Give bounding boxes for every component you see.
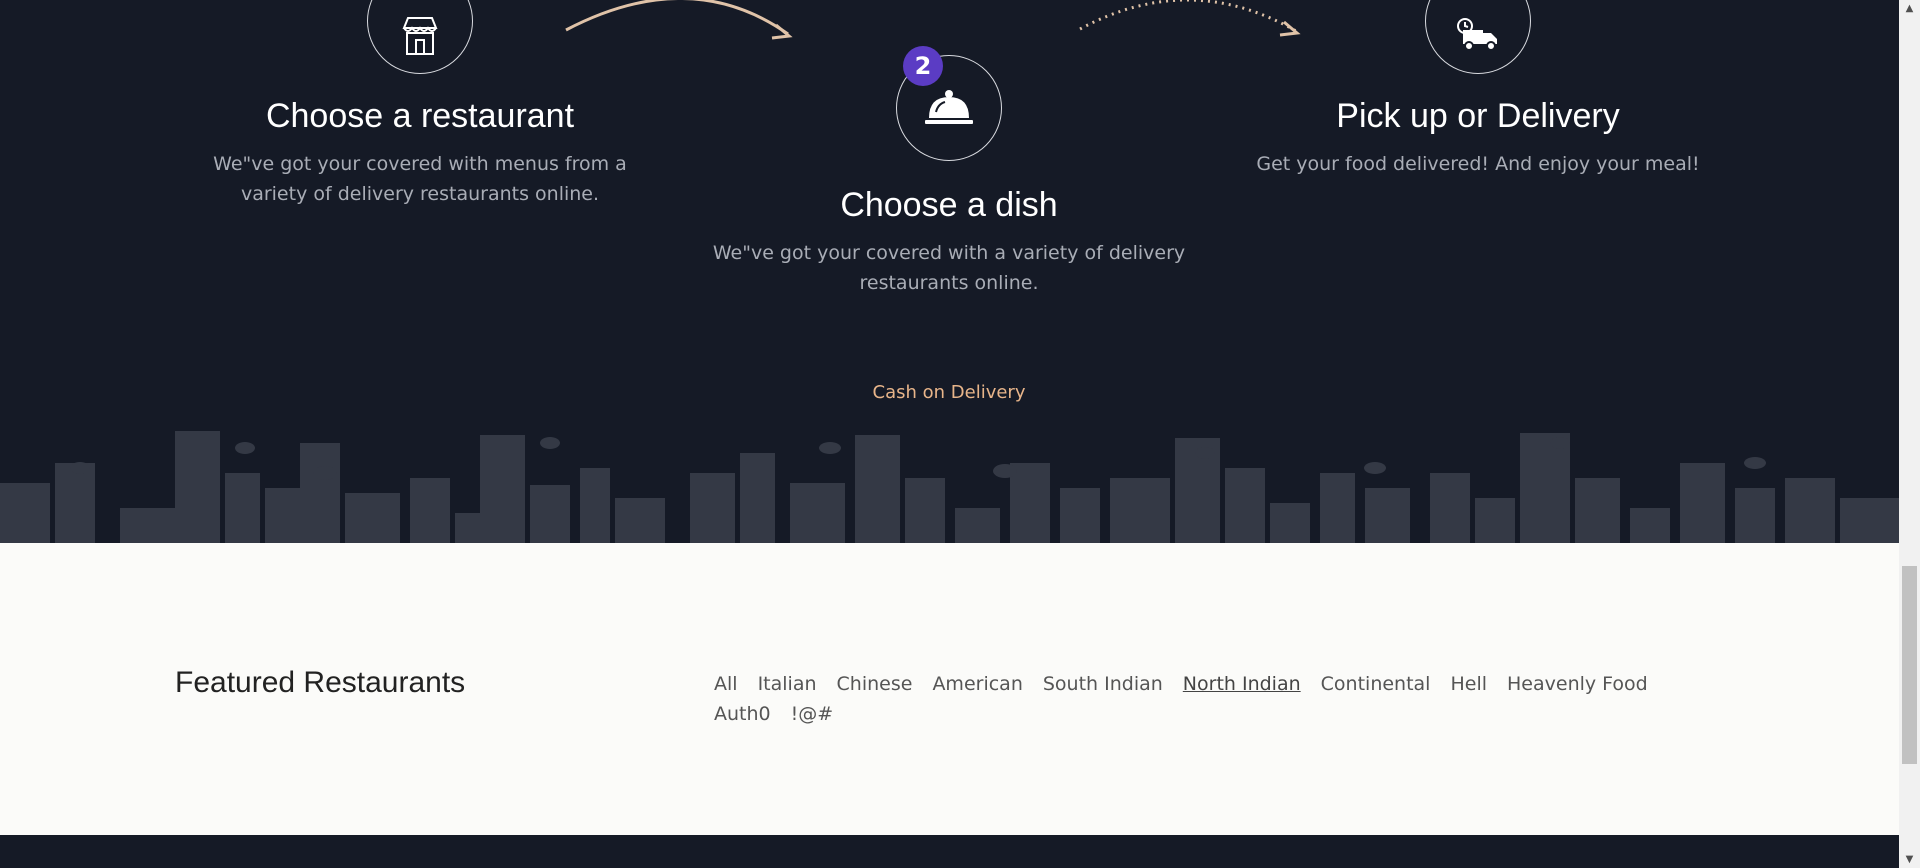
scrollbar-thumb[interactable] <box>1902 566 1917 764</box>
cash-on-delivery-link[interactable]: Cash on Delivery <box>873 382 1026 403</box>
featured-restaurants-section: Featured Restaurants All Italian Chinese… <box>0 543 1899 835</box>
featured-restaurants-title: Featured Restaurants <box>175 666 466 699</box>
scroll-down-arrow-icon[interactable]: ▼ <box>1899 851 1920 868</box>
step-2-description: We"ve got your covered with a variety of… <box>699 238 1199 298</box>
scroll-up-arrow-icon[interactable]: ▲ <box>1899 0 1920 17</box>
arrow-decoration <box>565 0 1301 40</box>
step-3-description: Get your food delivered! And enjoy your … <box>1243 149 1713 179</box>
cloche-icon <box>925 90 973 124</box>
filter-north-indian[interactable]: North Indian <box>1183 669 1301 699</box>
step-2-desc-line2: restaurants online. <box>859 272 1039 294</box>
step-1-desc-line1: We"ve got your covered with menus from a <box>213 153 627 175</box>
city-skyline-decoration <box>0 431 1899 543</box>
filter-continental[interactable]: Continental <box>1321 669 1431 699</box>
filter-hell[interactable]: Hell <box>1450 669 1487 699</box>
delivery-truck-icon <box>1457 18 1497 51</box>
page-scrollbar[interactable]: ▲ ▼ <box>1899 0 1920 868</box>
step-2-title: Choose a dish <box>840 186 1058 224</box>
step-2-badge: 2 <box>903 46 943 86</box>
filter-all[interactable]: All <box>714 669 738 699</box>
filter-south-indian[interactable]: South Indian <box>1043 669 1163 699</box>
filter-chinese[interactable]: Chinese <box>837 669 913 699</box>
filter-heavenly-food[interactable]: Heavenly Food <box>1507 669 1648 699</box>
page: Choose a restaurant We"ve got your cover… <box>0 0 1899 868</box>
filter-auth0[interactable]: Auth0 <box>714 699 771 729</box>
step-1-description: We"ve got your covered with menus from a… <box>200 149 640 209</box>
cuisine-filter-list: All Italian Chinese American South India… <box>714 669 1704 729</box>
store-icon <box>402 17 438 55</box>
how-it-works-section: Choose a restaurant We"ve got your cover… <box>0 0 1899 543</box>
step-3-desc-line1: Get your food delivered! And enjoy your … <box>1256 153 1700 175</box>
step-3-title: Pick up or Delivery <box>1336 97 1620 135</box>
footer-strip <box>0 835 1899 868</box>
step-3-icon-circle <box>1425 0 1531 74</box>
filter-italian[interactable]: Italian <box>758 669 817 699</box>
step-2-desc-line1: We"ve got your covered with a variety of… <box>712 242 1186 264</box>
step-1-title: Choose a restaurant <box>265 97 575 135</box>
step-1-desc-line2: variety of delivery restaurants online. <box>240 183 600 205</box>
filter-special-chars[interactable]: !@# <box>791 699 834 729</box>
step-1-icon-circle <box>367 0 473 74</box>
filter-american[interactable]: American <box>932 669 1022 699</box>
